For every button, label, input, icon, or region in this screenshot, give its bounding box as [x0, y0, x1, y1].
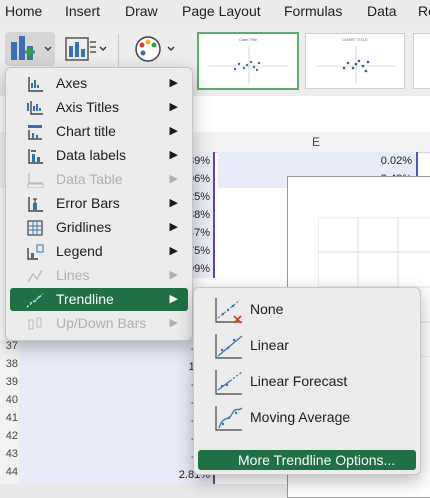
submenu-arrow-icon: ▶: [169, 197, 178, 209]
cell-d[interactable]: -5.8: [19, 394, 215, 412]
submenu-arrow-icon: ▶: [169, 77, 178, 89]
submenu-arrow-icon: ▶: [169, 149, 178, 161]
submenu-arrow-icon: ▶: [169, 221, 178, 233]
menu-item-up-down-bars: Up/Down Bars ▶: [10, 312, 188, 335]
lines-icon: [27, 269, 43, 283]
add-chart-element-icon: [11, 36, 52, 60]
updown-bars-icon: [28, 317, 42, 330]
tab-draw[interactable]: Draw: [125, 3, 158, 19]
tab-data[interactable]: Data: [367, 3, 397, 19]
submenu-arrow-icon: ▶: [169, 245, 178, 257]
chart-style-thumbnail[interactable]: CHART TITLE: [305, 33, 405, 89]
chart-title-icon: [28, 125, 42, 140]
cell-d[interactable]: 2.81%: [19, 466, 215, 484]
menu-item-chart-title[interactable]: Chart title ▶: [10, 120, 188, 143]
submenu-arrow-icon: ▶: [169, 317, 178, 329]
row-number[interactable]: 41: [0, 412, 19, 430]
trendline-icon: [26, 293, 44, 308]
menu-item-axis-titles[interactable]: Axis Titles ▶: [10, 96, 188, 119]
cell-e[interactable]: 0.02%: [218, 152, 418, 170]
menu-item-axes[interactable]: Axes ▶: [10, 72, 188, 95]
chart-style-thumbnail[interactable]: Chart Title: [197, 32, 299, 90]
palette-icon: [135, 36, 175, 62]
menu-item-legend[interactable]: Legend ▶: [10, 240, 188, 263]
submenu-item-none[interactable]: None: [198, 293, 416, 327]
thumbnail-plot: [209, 46, 289, 84]
thumbnail-plot: [316, 46, 396, 84]
cell-d[interactable]: -2.1: [19, 412, 215, 430]
tab-home[interactable]: Home: [5, 3, 42, 19]
trendline-linear-icon: [215, 334, 243, 359]
more-trendline-options-button[interactable]: More Trendline Options...: [198, 450, 416, 470]
menu-item-lines: Lines ▶: [10, 264, 188, 287]
quick-layout-icon: [65, 37, 107, 61]
data-table-icon: [27, 173, 44, 188]
ribbon-tabs: Home Insert Draw Page Layout Formulas Da…: [0, 0, 430, 26]
legend-icon: [27, 244, 44, 260]
row-number[interactable]: 44: [0, 466, 19, 484]
row-number[interactable]: 43: [0, 448, 19, 466]
tab-insert[interactable]: Insert: [65, 3, 100, 19]
submenu-arrow-icon: ▶: [169, 269, 178, 281]
submenu-item-moving-average[interactable]: Moving Average: [198, 401, 416, 435]
menu-item-data-labels[interactable]: Data labels ▶: [10, 144, 188, 167]
add-chart-element-menu: Axes ▶ Axis Titles ▶ Chart title ▶ Data lab…: [5, 67, 193, 341]
menu-item-gridlines[interactable]: Gridlines ▶: [10, 216, 188, 239]
row-number[interactable]: 38: [0, 358, 19, 376]
row-number[interactable]: 40: [0, 394, 19, 412]
axis-titles-icon: [27, 101, 43, 115]
trendline-forecast-icon: [215, 370, 243, 395]
chart-style-thumbnail[interactable]: [413, 33, 430, 89]
tab-formulas[interactable]: Formulas: [284, 3, 342, 19]
tab-review[interactable]: Re: [418, 3, 430, 19]
axes-icon: [28, 77, 43, 92]
tab-page-layout[interactable]: Page Layout: [182, 3, 261, 19]
change-colors-button[interactable]: [128, 32, 178, 66]
quick-layout-button[interactable]: [60, 32, 108, 66]
cell-d[interactable]: 10.2: [19, 358, 215, 376]
add-chart-element-button[interactable]: [5, 32, 55, 66]
trendline-submenu: None Linear Linear Forecast Moving Avera…: [193, 287, 421, 475]
submenu-arrow-icon: ▶: [169, 101, 178, 113]
column-header-e[interactable]: E: [312, 135, 320, 149]
submenu-item-linear[interactable]: Linear: [198, 329, 416, 363]
trendline-none-icon: [215, 298, 242, 324]
trendline-moving-average-icon: [215, 406, 243, 431]
submenu-item-linear-forecast[interactable]: Linear Forecast: [198, 365, 416, 399]
menu-item-error-bars[interactable]: Error Bars ▶: [10, 192, 188, 215]
row-number[interactable]: 42: [0, 430, 19, 448]
menu-item-trendline[interactable]: Trendline ▶: [10, 288, 188, 311]
row-number[interactable]: 39: [0, 376, 19, 394]
data-labels-icon: [28, 149, 43, 164]
cell-d[interactable]: -1.3: [19, 448, 215, 466]
cell-d[interactable]: -1.8: [19, 430, 215, 448]
submenu-arrow-icon: ▶: [169, 173, 178, 185]
cell-d[interactable]: -0.5: [19, 340, 215, 358]
cell-d[interactable]: -7.4: [19, 376, 215, 394]
row-number[interactable]: 37: [0, 340, 19, 358]
error-bars-icon: [28, 197, 43, 212]
submenu-arrow-icon: ▶: [169, 293, 178, 305]
submenu-arrow-icon: ▶: [169, 125, 178, 137]
menu-item-data-table: Data Table ▶: [10, 168, 188, 191]
gridlines-icon: [27, 220, 43, 236]
